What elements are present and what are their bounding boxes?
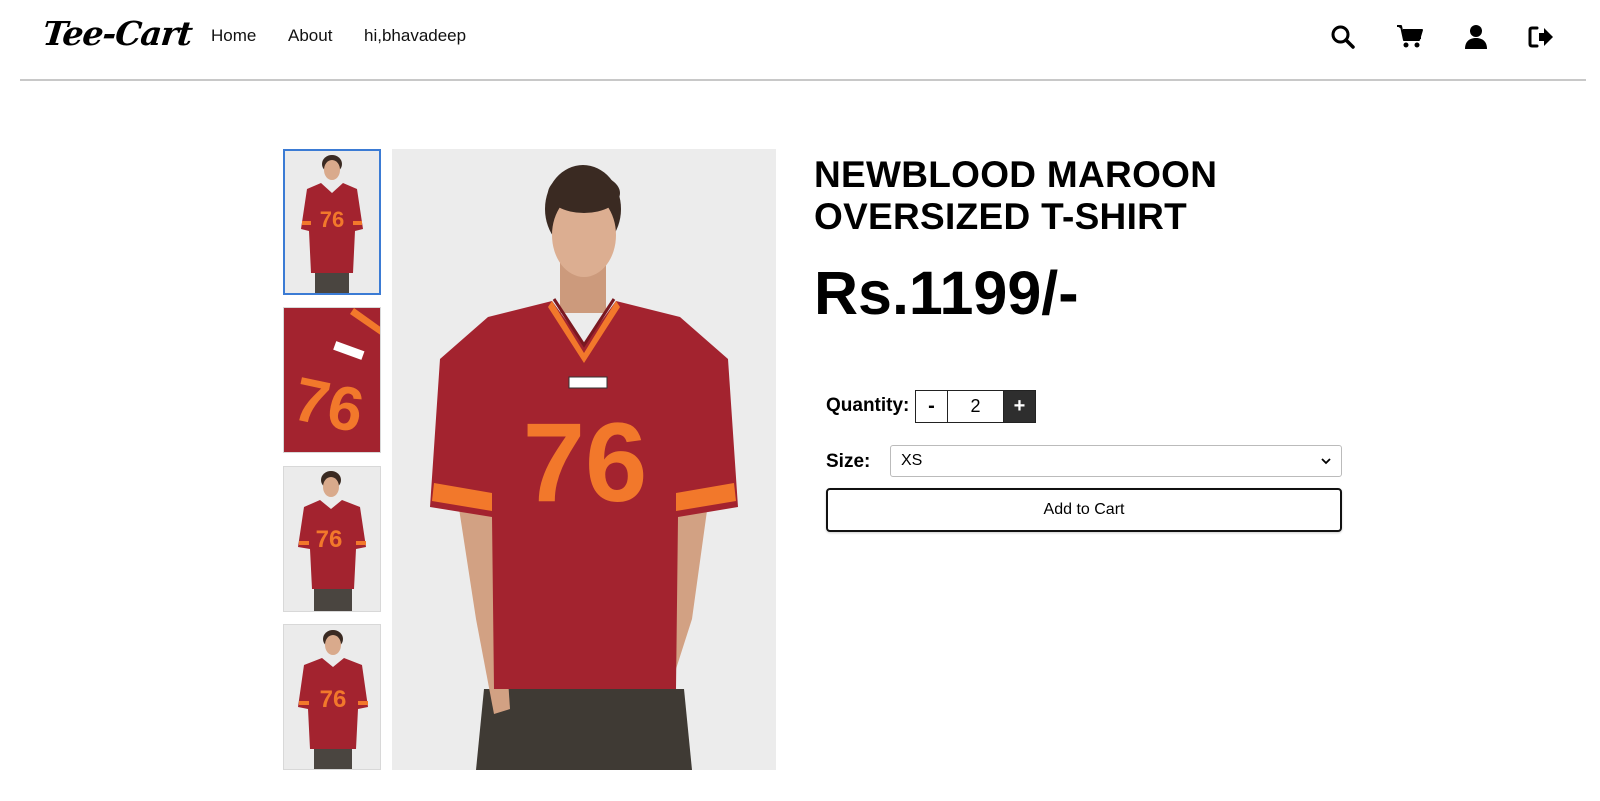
thumbnail-front[interactable]: 76 [283, 149, 381, 295]
product-price: Rs.1199/- [814, 259, 1079, 327]
thumbnail-front-2[interactable]: 76 [283, 624, 381, 770]
user-icon[interactable] [1461, 22, 1491, 52]
brand-logo[interactable]: Tee-Cart [41, 14, 194, 53]
add-to-cart-button[interactable]: Add to Cart [826, 488, 1342, 532]
size-selected-value: XS [901, 452, 923, 469]
shirt-number-text: 76 [523, 400, 648, 525]
size-select[interactable]: XS [890, 445, 1342, 477]
quantity-label: Quantity: [826, 395, 910, 416]
thumbnail-detail[interactable]: 76 [283, 307, 381, 453]
size-label: Size: [826, 451, 871, 472]
nav-home-link[interactable]: Home [211, 26, 256, 46]
quantity-decrease-button[interactable]: - [915, 390, 948, 423]
main-product-image: 76 [392, 149, 776, 770]
shirt-number-text: 76 [316, 526, 343, 553]
chevron-down-icon [1319, 454, 1333, 473]
top-navbar: Tee-Cart Home About hi,bhavadeep [20, 0, 1586, 81]
quantity-increase-button[interactable]: + [1003, 390, 1036, 423]
logout-icon[interactable] [1526, 22, 1556, 52]
shirt-number-text: 76 [288, 365, 370, 447]
quantity-input[interactable] [947, 390, 1004, 423]
nav-about-link[interactable]: About [288, 26, 332, 46]
shirt-number-text: 76 [320, 207, 344, 232]
shirt-number-text: 76 [320, 686, 347, 713]
cart-icon[interactable] [1395, 22, 1425, 52]
search-icon[interactable] [1328, 22, 1358, 52]
product-title: NEWBLOOD MAROON OVERSIZED T-SHIRT [814, 154, 1218, 237]
nav-greeting-user[interactable]: hi,bhavadeep [364, 26, 466, 46]
thumbnail-side[interactable]: 76 [283, 466, 381, 612]
